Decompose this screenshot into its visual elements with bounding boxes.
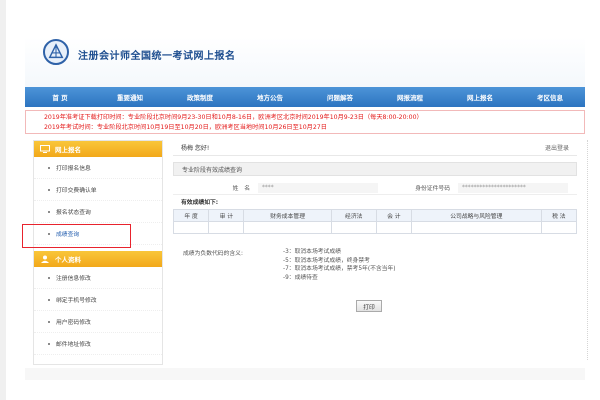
monitor-icon <box>40 145 50 153</box>
col-tax-law: 税 法 <box>540 209 578 222</box>
site-logo <box>43 39 69 65</box>
id-value: ********************** <box>458 182 568 193</box>
sidebar-item-print-registration[interactable]: 打印报名信息 <box>34 157 162 179</box>
score-code-legend: 成绩为负数代码的含义: -3：取消本场考试成绩 -5：取消本场考试成绩，终身禁考… <box>173 248 577 282</box>
highlight-annotation <box>22 224 131 248</box>
legend-item: -3：取消本场考试成绩 <box>283 249 341 255</box>
col-economic-law: 经济法 <box>330 209 377 222</box>
notice-exam-time: 2019年考试时间：专业阶段北京时间10月19日至10月20日，欧洲考区当地时间… <box>44 124 327 131</box>
col-audit: 审 计 <box>208 209 245 222</box>
sidebar-item-edit-registration[interactable]: 注册信息修改 <box>34 267 162 289</box>
greeting-row: 杨梅 您好! 退出登录 <box>173 140 577 156</box>
nav-important-notices[interactable]: 重要通知 <box>95 87 165 107</box>
sidebar-item-label: 邮件地址修改 <box>56 342 91 348</box>
nav-online-registration[interactable]: 网上报名 <box>445 87 515 107</box>
legend-item: -5：取消本场考试成绩，终身禁考 <box>283 257 370 264</box>
sidebar-section-registration: 网上报名 <box>34 141 162 157</box>
table-row <box>172 221 578 234</box>
col-accounting: 会 计 <box>375 209 412 222</box>
grades-label: 有效成绩如下: <box>181 200 219 206</box>
nav-home[interactable]: 首 页 <box>25 87 95 107</box>
sidebar-item-label: 注册信息修改 <box>56 276 91 282</box>
sidebar-section-title: 个人资料 <box>55 256 81 264</box>
legend-title: 成绩为负数代码的含义: <box>183 251 243 257</box>
user-greeting: 杨梅 您好! <box>181 145 210 152</box>
site-header: 注册会计师全国统一考试网上报名 <box>25 37 585 87</box>
sidebar-item-edit-password[interactable]: 用户密码修改 <box>34 311 162 333</box>
legend-item: -9：成绩待查 <box>283 274 318 281</box>
sidebar: 网上报名 打印报名信息 打印交费确认单 报名状态查询 成绩查询 个人资料 注册信… <box>33 140 163 365</box>
nav-registration-process[interactable]: 网报流程 <box>375 87 445 107</box>
bullet-icon <box>48 276 50 279</box>
sidebar-item-label: 绑定手机号修改 <box>56 298 97 304</box>
legend-item: -7：取消本场考试成绩，禁考5年(不含当年) <box>283 266 396 272</box>
sidebar-item-status-query[interactable]: 报名状态查询 <box>34 201 162 223</box>
sidebar-item-label: 报名状态查询 <box>56 210 91 216</box>
grades-table: 年 度 审 计 财务成本管理 经济法 会 计 公司战略与风险管理 税 法 <box>172 209 578 234</box>
main-nav: 首 页 重要通知 政策制度 地方公告 问题解答 网报流程 网上报名 考区信息 <box>25 87 585 107</box>
bullet-icon <box>48 342 50 345</box>
notice-admission-ticket: 2019年准考证下载打印时间：专业阶段北京时间9月23-30日和10月8-16日… <box>44 114 423 121</box>
nav-exam-area-info[interactable]: 考区信息 <box>515 87 585 107</box>
logout-link[interactable]: 退出登录 <box>545 143 569 152</box>
person-icon <box>41 255 49 263</box>
sidebar-item-label: 打印交费确认单 <box>56 188 97 194</box>
legend-list: -3：取消本场考试成绩 -5：取消本场考试成绩，终身禁考 -7：取消本场考试成绩… <box>283 248 396 282</box>
notice-box: 2019年准考证下载打印时间：专业阶段北京时间9月23-30日和10月8-16日… <box>25 110 585 134</box>
id-label: 身份证件号码 <box>415 186 450 192</box>
grades-header-row: 年 度 审 计 财务成本管理 经济法 会 计 公司战略与风险管理 税 法 <box>172 209 578 222</box>
bullet-icon <box>48 166 50 169</box>
sidebar-item-label: 用户密码修改 <box>56 320 91 326</box>
nav-local-announcements[interactable]: 地方公告 <box>235 87 305 107</box>
cpa-emblem-icon <box>48 43 64 59</box>
sidebar-section-profile: 个人资料 <box>34 251 162 267</box>
candidate-info-row: 姓 名 **** 身份证件号码 ********************** <box>173 181 577 195</box>
sidebar-item-print-payment[interactable]: 打印交费确认单 <box>34 179 162 201</box>
section-title: 专业阶段有效成绩查询 <box>173 162 577 176</box>
main-panel: 杨梅 您好! 退出登录 专业阶段有效成绩查询 姓 名 **** 身份证件号码 *… <box>172 140 578 350</box>
col-strategy-risk: 公司战略与风险管理 <box>410 209 542 222</box>
site-title: 注册会计师全国统一考试网上报名 <box>78 51 236 62</box>
bullet-icon <box>48 210 50 213</box>
nav-policies[interactable]: 政策制度 <box>165 87 235 107</box>
name-value: **** <box>258 182 378 193</box>
print-button[interactable]: 打印 <box>356 300 382 312</box>
sidebar-item-edit-phone[interactable]: 绑定手机号修改 <box>34 289 162 311</box>
sidebar-section-title: 网上报名 <box>55 146 81 154</box>
bullet-icon <box>48 188 50 191</box>
scrollbar[interactable] <box>584 140 588 360</box>
col-financial-management: 财务成本管理 <box>243 209 332 222</box>
bullet-icon <box>48 298 50 301</box>
name-label: 姓 名 <box>232 186 250 192</box>
window-edge <box>0 0 6 400</box>
footer-strip <box>25 368 585 380</box>
bullet-icon <box>48 320 50 323</box>
nav-faq[interactable]: 问题解答 <box>305 87 375 107</box>
col-year: 年 度 <box>172 209 210 222</box>
sidebar-item-edit-email[interactable]: 邮件地址修改 <box>34 333 162 355</box>
sidebar-item-label: 打印报名信息 <box>56 166 91 172</box>
